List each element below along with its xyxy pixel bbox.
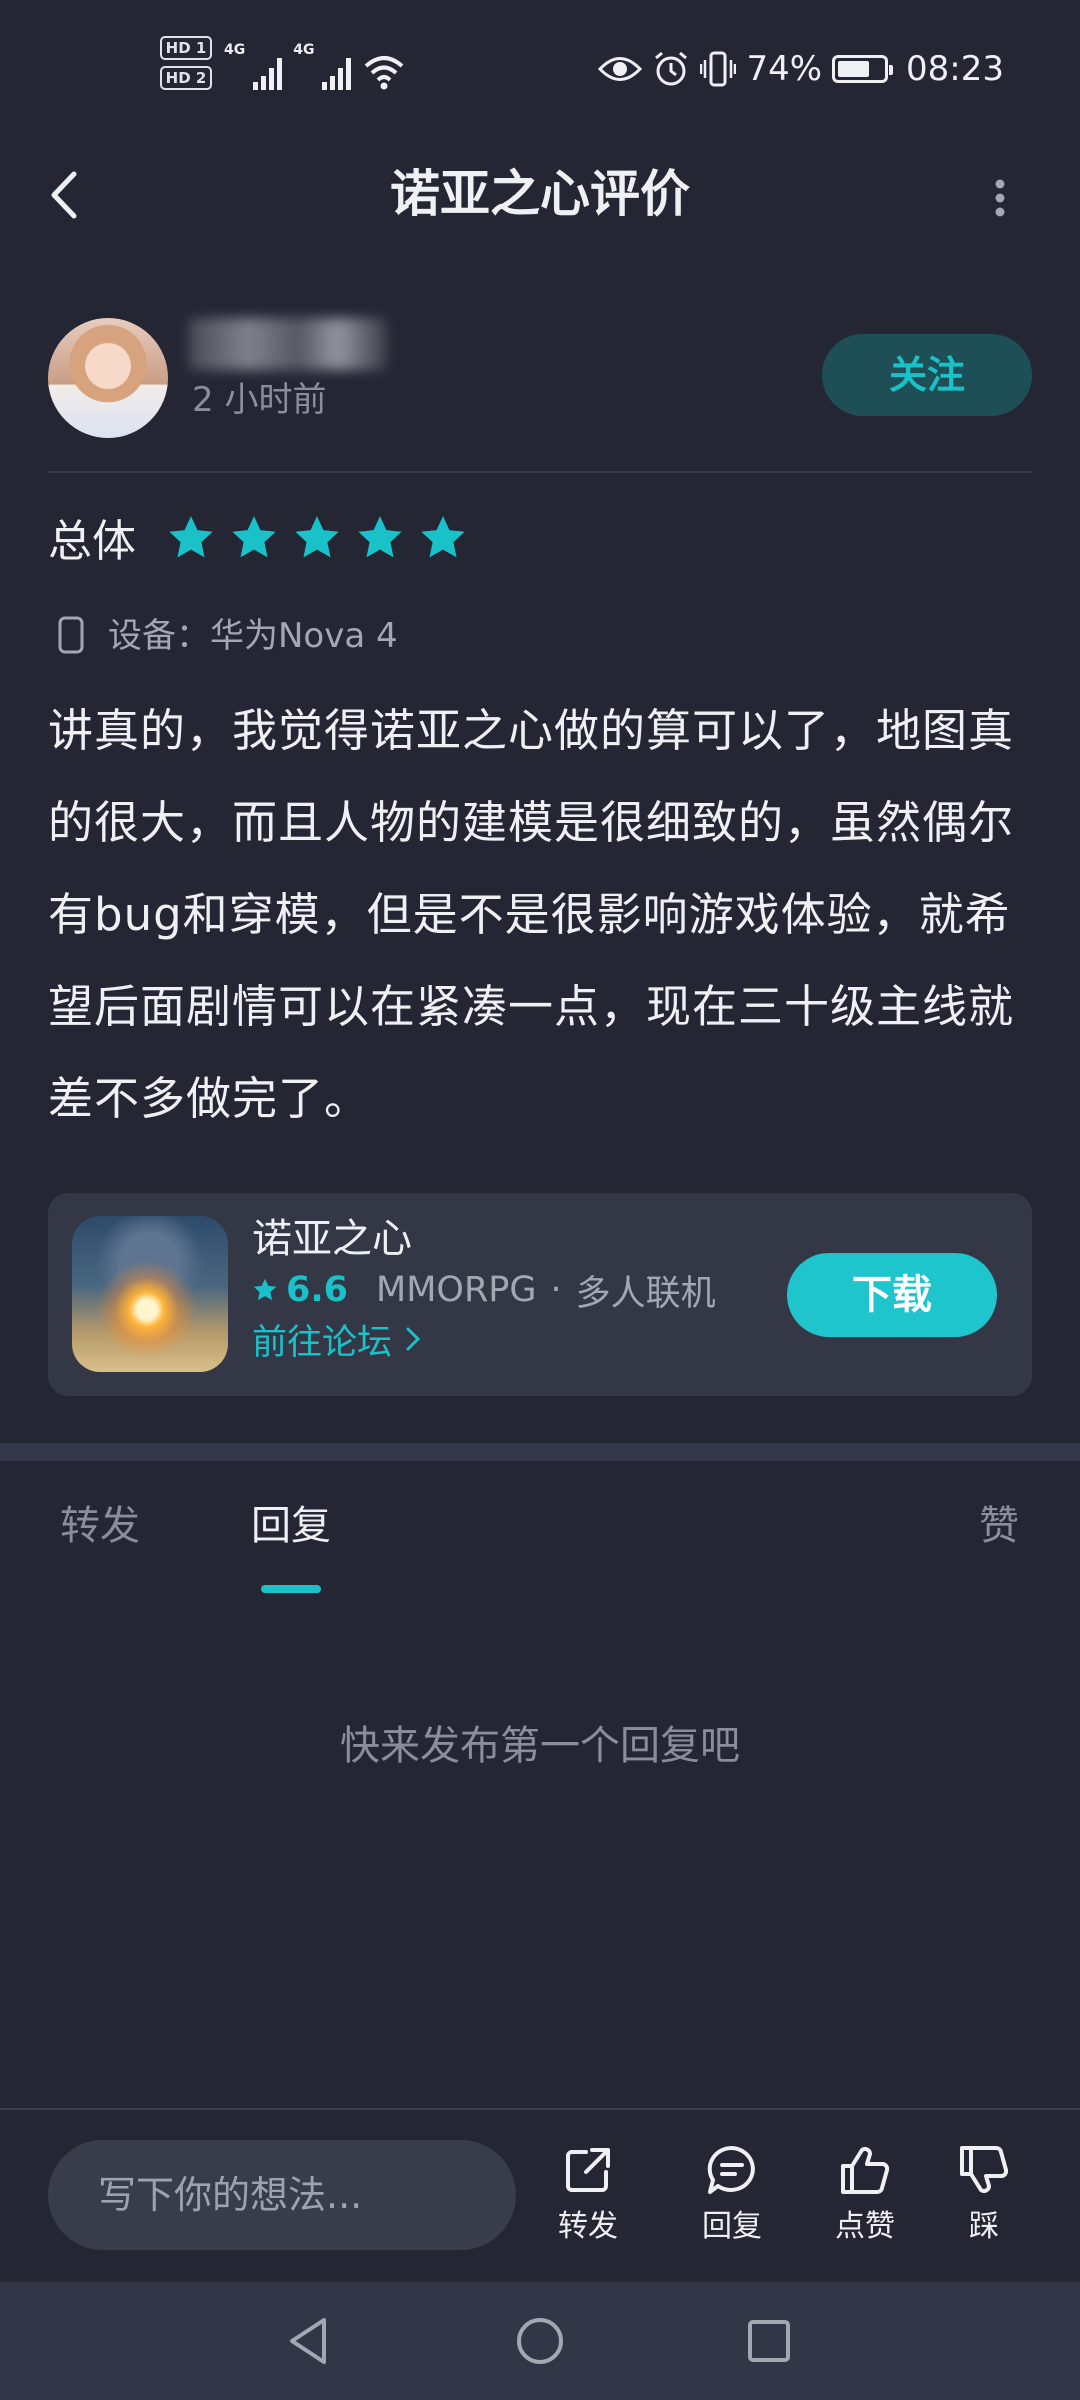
nav-home-icon[interactable]: [507, 2308, 573, 2374]
forward-action-label: 转发: [558, 2209, 618, 2244]
score-star-icon: [253, 1278, 277, 1301]
wifi-icon: [365, 56, 404, 90]
game-genre: MMORPG: [376, 1270, 537, 1310]
reply-action[interactable]: 回复: [682, 2140, 782, 2246]
chevron-right-icon: [406, 1327, 421, 1351]
signal2-icon: [322, 58, 352, 90]
rating-star-icon: [232, 516, 276, 558]
avatar[interactable]: [48, 318, 168, 438]
nav-recents-icon[interactable]: [736, 2308, 802, 2374]
like-action-label: 点赞: [835, 2209, 895, 2244]
forward-action[interactable]: 转发: [538, 2140, 638, 2246]
tab-like[interactable]: 赞: [979, 1496, 1019, 1556]
game-score: 6.6: [286, 1270, 349, 1310]
share-icon: [566, 2148, 610, 2192]
author-name-blurred[interactable]: [188, 318, 388, 370]
hd1-badge: HD 1: [160, 36, 212, 60]
reply-action-label: 回复: [702, 2209, 762, 2244]
hd-badges: HD 1 HD 2: [160, 36, 216, 100]
game-mode: 多人联机: [575, 1273, 716, 1314]
page-title: 诺亚之心评价: [390, 165, 690, 223]
device-text: 设备：华为Nova 4: [108, 616, 398, 656]
more-options-icon[interactable]: [980, 170, 1020, 226]
vibrate-icon: [700, 51, 737, 87]
battery-percent: 74%: [746, 49, 823, 89]
game-name[interactable]: 诺亚之心: [252, 1212, 412, 1266]
alarm-icon: [655, 51, 688, 86]
review-detail-page: HD 1 HD 2 4G 4G 74% 08:23 诺亚之心评价 2 小时前 关…: [0, 0, 1080, 2400]
follow-button[interactable]: 关注: [822, 334, 1032, 416]
tab-forward[interactable]: 转发: [60, 1496, 140, 1556]
signal-group: 4G 4G: [224, 42, 406, 92]
battery-fill: [838, 61, 870, 77]
forum-link[interactable]: 前往论坛: [252, 1314, 424, 1364]
section-separator: [0, 1443, 1080, 1461]
rating-label: 总体: [48, 516, 136, 567]
empty-replies-text: 快来发布第一个回复吧: [340, 1723, 740, 1769]
thumbs-down-icon: [960, 2146, 1009, 2193]
tab-reply[interactable]: 回复: [251, 1496, 331, 1556]
rating-star-icon: [295, 516, 339, 558]
thumbs-up-icon: [841, 2147, 890, 2194]
nav-back-icon[interactable]: [276, 2308, 342, 2374]
like-action[interactable]: 点赞: [815, 2140, 915, 2246]
review-body: 讲真的，我觉得诺亚之心做的算可以了，地图真的很大，而且人物的建模是很细致的，虽然…: [48, 704, 1015, 1125]
comment-bubble-icon: [707, 2145, 755, 2194]
phone-device-icon: [58, 616, 84, 654]
dislike-action[interactable]: 踩: [934, 2140, 1034, 2246]
comment-input[interactable]: 写下你的想法...: [48, 2140, 516, 2250]
dislike-action-label: 踩: [969, 2209, 999, 2244]
game-meta: 6.6 MMORPG · 多人联机: [252, 1264, 716, 1316]
rating-star-icon: [169, 516, 213, 558]
signal1-icon: [253, 58, 283, 90]
tab-active-indicator: [261, 1585, 321, 1593]
divider: [48, 471, 1032, 473]
post-time: 2 小时前: [192, 380, 327, 420]
forum-link-label[interactable]: 前往论坛: [252, 1314, 392, 1365]
status-right: 74% 08:23: [598, 44, 1004, 94]
download-button[interactable]: 下载: [787, 1253, 997, 1337]
rating-star-icon: [358, 516, 402, 558]
game-app-icon[interactable]: [72, 1216, 228, 1372]
signal1-label: 4G: [224, 42, 246, 58]
bottom-divider: [0, 2108, 1080, 2110]
battery-icon: [832, 55, 894, 83]
meta-separator: ·: [550, 1270, 562, 1310]
rating-stars: [166, 513, 468, 573]
status-time: 08:23: [906, 49, 1004, 89]
rating-star-icon: [421, 516, 465, 558]
eye-comfort-icon: [598, 57, 643, 81]
hd2-badge: HD 2: [160, 66, 212, 90]
signal2-label: 4G: [293, 42, 315, 58]
